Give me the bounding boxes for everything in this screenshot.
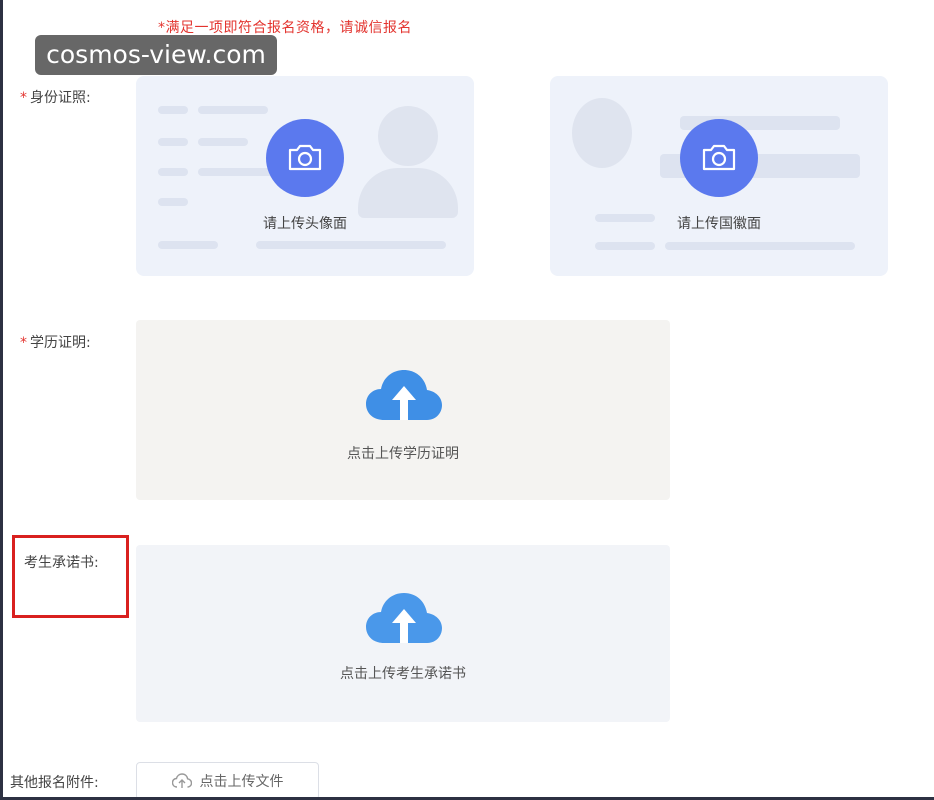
upload-file-button[interactable]: 点击上传文件 xyxy=(136,762,319,800)
ghost-line xyxy=(158,168,188,176)
ghost-line xyxy=(595,242,655,250)
ghost-line xyxy=(158,241,218,249)
highlight-annotation xyxy=(12,535,129,618)
id-front-caption: 请上传头像面 xyxy=(263,216,347,232)
id-back-upload[interactable]: 请上传国徽面 xyxy=(550,76,888,276)
pledge-upload-caption: 点击上传考生承诺书 xyxy=(340,666,466,682)
education-upload-area[interactable]: 点击上传学历证明 xyxy=(136,320,670,500)
ghost-line xyxy=(158,138,188,146)
education-upload-caption: 点击上传学历证明 xyxy=(347,446,459,462)
ghost-line xyxy=(198,106,268,114)
cloud-upload-icon xyxy=(366,593,442,643)
eligibility-notice: *满足一项即符合报名资格，请诚信报名 xyxy=(158,20,412,36)
cloud-upload-icon xyxy=(171,773,192,788)
camera-button-front[interactable] xyxy=(266,119,344,197)
ghost-line xyxy=(158,106,188,114)
ghost-line xyxy=(198,138,248,146)
id-photo-label-text: 身份证照: xyxy=(30,90,91,106)
id-front-upload[interactable]: 请上传头像面 xyxy=(136,76,474,276)
ghost-avatar-head xyxy=(378,106,438,166)
camera-icon xyxy=(288,144,322,171)
id-back-caption: 请上传国徽面 xyxy=(677,216,761,232)
upload-file-button-label: 点击上传文件 xyxy=(199,774,284,790)
ghost-line xyxy=(158,198,188,206)
education-label-text: 学历证明: xyxy=(30,335,91,351)
site-watermark: cosmos-view.com xyxy=(35,35,277,75)
attachment-label: 其他报名附件: xyxy=(10,775,99,791)
required-mark: * xyxy=(20,90,27,106)
camera-button-back[interactable] xyxy=(680,119,758,197)
camera-icon xyxy=(702,144,736,171)
required-mark: * xyxy=(20,335,27,351)
pledge-upload-area[interactable]: 点击上传考生承诺书 xyxy=(136,545,670,722)
ghost-avatar-body xyxy=(358,168,458,218)
cloud-upload-icon xyxy=(366,370,442,420)
ghost-line xyxy=(665,242,855,250)
window-left-edge xyxy=(0,0,3,800)
ghost-line xyxy=(256,241,446,249)
ghost-line xyxy=(198,168,278,176)
id-photo-label: * 身份证照: xyxy=(20,87,91,107)
education-label: * 学历证明: xyxy=(20,332,91,352)
ghost-emblem xyxy=(572,98,632,168)
